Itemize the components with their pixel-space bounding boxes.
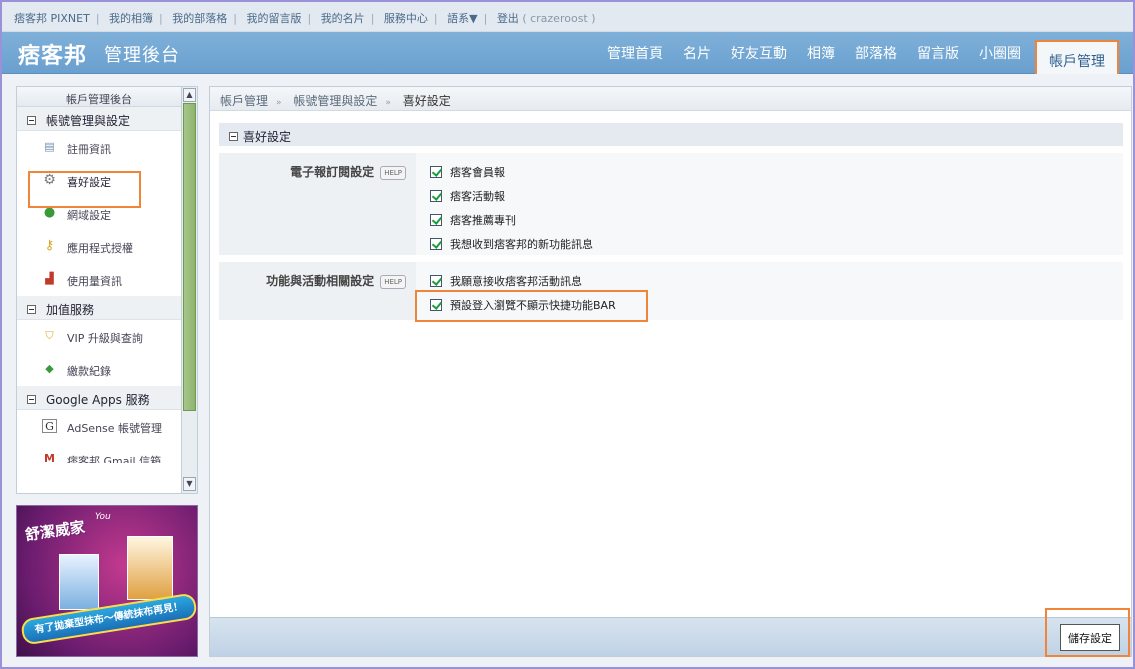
top-link-guestbook[interactable]: 我的留言版 — [246, 12, 301, 25]
google-icon: G — [42, 419, 57, 433]
top-link-pixnet[interactable]: 痞客邦 PIXNET — [14, 12, 90, 25]
sidebar-item-label: 痞客邦 Gmail 信箱 — [67, 455, 162, 463]
top-link-service[interactable]: 服務中心 — [384, 12, 428, 25]
sidebar-item-label: 繳款紀錄 — [67, 365, 111, 378]
sidebar-item-payments[interactable]: ◆ 繳款紀錄 — [17, 353, 181, 386]
setting-label: 電子報訂閱設定 HELP — [219, 153, 416, 255]
nav-account[interactable]: 帳戶管理 — [1035, 40, 1119, 74]
sidebar-section-label: Google Apps 服務 — [46, 393, 150, 407]
option-event-newsletter[interactable]: 痞客活動報 — [416, 181, 1123, 205]
sidebar-item-gmail[interactable]: M 痞客邦 Gmail 信箱 — [17, 443, 181, 463]
collapse-icon[interactable] — [229, 132, 238, 141]
sidebar-item-label: VIP 升級與查詢 — [67, 332, 143, 345]
sidebar-section-google[interactable]: Google Apps 服務 — [17, 386, 181, 410]
sidebar-item-vip[interactable]: ⛉ VIP 升級與查詢 — [17, 320, 181, 353]
top-link-album[interactable]: 我的相簿 — [109, 12, 153, 25]
section-header[interactable]: 喜好設定 — [219, 123, 1123, 146]
key-icon: ⚷ — [44, 238, 55, 253]
checkbox-checked[interactable] — [430, 190, 442, 202]
nav-circle[interactable]: 小圈圈 — [979, 43, 1021, 63]
sidebar-item-registration[interactable]: ▤ 註冊資訊 — [17, 131, 181, 164]
sidebar-item-label: 網域設定 — [67, 209, 111, 222]
shield-icon: ⛉ — [45, 329, 54, 342]
breadcrumb-settings[interactable]: 帳號管理與設定 — [293, 94, 377, 108]
sidebar-item-label: 應用程式授權 — [67, 242, 133, 255]
collapse-icon[interactable] — [27, 116, 36, 125]
help-button[interactable]: HELP — [380, 274, 406, 289]
top-link-namecard[interactable]: 我的名片 — [321, 12, 365, 25]
logout-link[interactable]: 登出 — [497, 12, 519, 25]
setting-options: 痞客會員報 痞客活動報 痞客推薦專刊 我想收到痞客邦的新功能訊息 — [416, 153, 1123, 255]
option-receive-events[interactable]: 我願意接收痞客邦活動訊息 — [416, 266, 1123, 290]
money-icon: ◆ — [45, 362, 54, 375]
sidebar-item-usage[interactable]: ▟ 使用量資訊 — [17, 263, 181, 296]
app-frame: 痞客邦 PIXNET | 我的相簿 | 我的部落格 | 我的留言版 | 我的名片 | 服務… — [0, 0, 1135, 669]
nav-blog[interactable]: 部落格 — [855, 43, 897, 63]
sidebar: 帳戶管理後台 帳號管理與設定 ▤ 註冊資訊 ⚙ 喜好設定 ● 網域設定 ⚷ 應用… — [16, 86, 198, 494]
checkbox-checked[interactable] — [430, 275, 442, 287]
quickbar-highlight — [415, 290, 648, 322]
option-member-newsletter[interactable]: 痞客會員報 — [416, 157, 1123, 181]
site-logo[interactable]: 痞客邦 — [18, 38, 87, 70]
main-panel: 帳戶管理» 帳號管理與設定» 喜好設定 喜好設定 電子報訂閱設定 HELP 痞客會… — [209, 86, 1132, 657]
checkbox-checked[interactable] — [430, 238, 442, 250]
sidebar-scrollbar[interactable]: ▲ ▼ — [181, 87, 197, 493]
newsletter-settings: 電子報訂閱設定 HELP 痞客會員報 痞客活動報 痞客推薦專刊 我想收到痞客邦的新… — [219, 153, 1123, 255]
ad-product-image — [127, 536, 173, 600]
sidebar-item-label: 使用量資訊 — [67, 275, 122, 288]
sidebar-section-account[interactable]: 帳號管理與設定 — [17, 107, 181, 131]
checkbox-checked[interactable] — [430, 214, 442, 226]
breadcrumb: 帳戶管理» 帳號管理與設定» 喜好設定 — [210, 87, 1131, 111]
option-new-features[interactable]: 我想收到痞客邦的新功能訊息 — [416, 229, 1123, 253]
breadcrumb-current: 喜好設定 — [402, 94, 451, 108]
checkbox-checked[interactable] — [430, 166, 442, 178]
sidebar-item-label: AdSense 帳號管理 — [67, 422, 163, 435]
footer-bar: 儲存設定 — [210, 617, 1131, 656]
nav-guestbook[interactable]: 留言版 — [917, 43, 959, 63]
preferences-highlight — [28, 171, 141, 208]
top-link-language[interactable]: 語系▼ — [447, 12, 477, 25]
top-nav: 痞客邦 PIXNET | 我的相簿 | 我的部落格 | 我的留言版 | 我的名片 | 服務… — [2, 2, 1133, 32]
bar-chart-icon: ▟ — [45, 272, 54, 285]
setting-label: 功能與活動相關設定 HELP — [219, 262, 416, 320]
id-card-icon: ▤ — [44, 140, 55, 153]
username-label: ( crazeroost ) — [522, 12, 596, 25]
scroll-up-icon[interactable]: ▲ — [183, 88, 196, 102]
nav-home[interactable]: 管理首頁 — [607, 43, 663, 63]
sidebar-item-label: 註冊資訊 — [67, 143, 111, 156]
collapse-icon[interactable] — [27, 395, 36, 404]
main-nav: 管理首頁 名片 好友互動 相簿 部落格 留言版 小圈圈 帳戶管理 — [597, 32, 1119, 74]
sidebar-section-label: 帳號管理與設定 — [46, 114, 131, 128]
scroll-thumb[interactable] — [183, 103, 196, 411]
ad-banner: 有了拋棄型抹布～傳統抹布再見！ — [20, 592, 197, 646]
gmail-icon: M — [44, 452, 55, 463]
globe-icon: ● — [43, 205, 56, 220]
advertisement[interactable]: You 舒潔威家 有了拋棄型抹布～傳統抹布再見！ — [16, 505, 198, 657]
admin-title: 管理後台 — [104, 45, 180, 66]
sidebar-section-label: 加值服務 — [46, 303, 95, 317]
nav-friends[interactable]: 好友互動 — [731, 43, 787, 63]
ad-product-image — [59, 554, 99, 610]
sidebar-section-value-added[interactable]: 加值服務 — [17, 296, 181, 320]
breadcrumb-account[interactable]: 帳戶管理 — [220, 94, 268, 108]
scroll-down-icon[interactable]: ▼ — [183, 477, 196, 491]
sidebar-item-app-auth[interactable]: ⚷ 應用程式授權 — [17, 230, 181, 263]
feature-settings: 功能與活動相關設定 HELP 我願意接收痞客邦活動訊息 預設登入瀏覽不顯示快捷功能… — [219, 262, 1123, 320]
help-button[interactable]: HELP — [380, 165, 406, 180]
section-title: 喜好設定 — [243, 130, 292, 144]
nav-namecard[interactable]: 名片 — [683, 43, 711, 63]
option-featured-issue[interactable]: 痞客推薦專刊 — [416, 205, 1123, 229]
sidebar-title: 帳戶管理後台 — [17, 87, 181, 107]
ad-brand: 舒潔威家 — [24, 517, 87, 545]
header-bar: 痞客邦 管理後台 管理首頁 名片 好友互動 相簿 部落格 留言版 小圈圈 帳戶管… — [2, 32, 1133, 74]
nav-album[interactable]: 相簿 — [807, 43, 835, 63]
top-link-blog[interactable]: 我的部落格 — [172, 12, 227, 25]
collapse-icon[interactable] — [27, 305, 36, 314]
sidebar-item-adsense[interactable]: G AdSense 帳號管理 — [17, 410, 181, 443]
save-highlight — [1045, 608, 1130, 657]
ad-brand-tag: You — [95, 512, 111, 522]
